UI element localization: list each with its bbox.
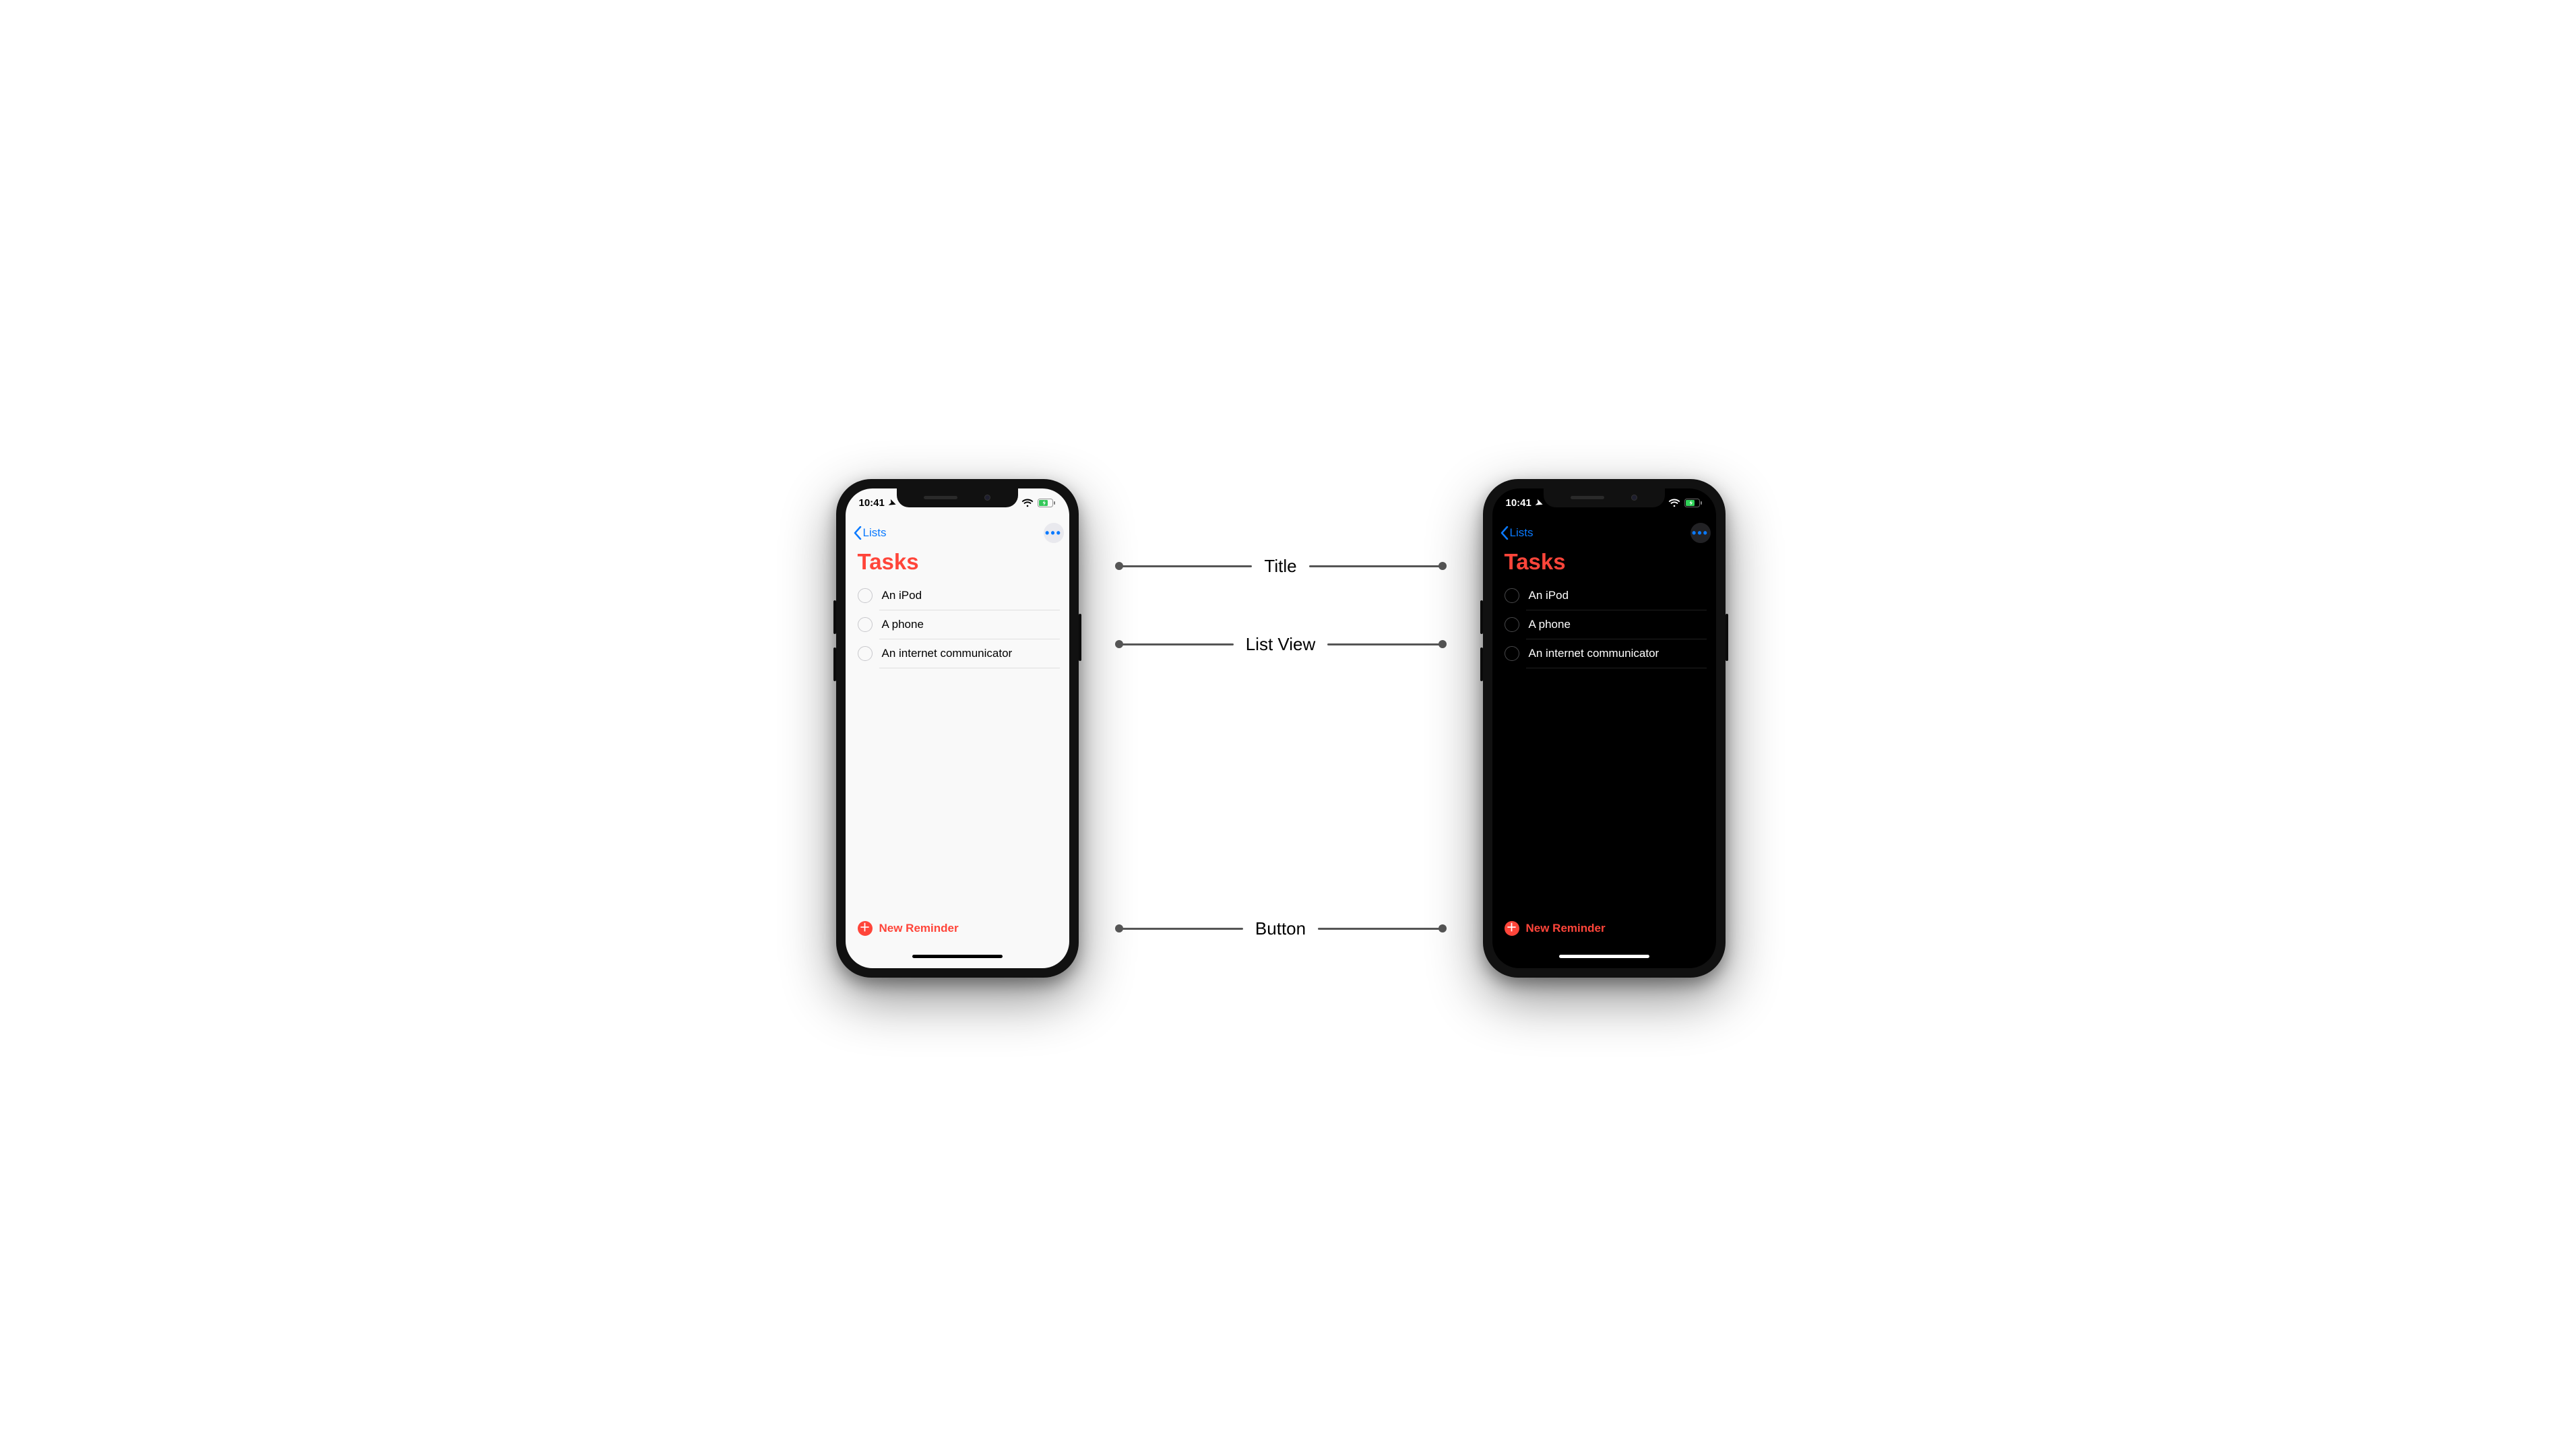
list-item[interactable]: An iPod: [846, 581, 1069, 610]
diagram-annotations: Title List View Button: [1119, 479, 1443, 978]
task-list[interactable]: An iPod A phone An internet communicator: [1492, 581, 1716, 912]
bottom-toolbar: ＋ New Reminder: [1492, 912, 1716, 945]
home-indicator[interactable]: [846, 945, 1069, 968]
back-button[interactable]: Lists: [1496, 524, 1538, 542]
speaker-grille: [1571, 496, 1604, 499]
new-reminder-button[interactable]: New Reminder: [1526, 922, 1606, 935]
back-label: Lists: [1510, 526, 1534, 540]
task-label: An internet communicator: [882, 647, 1013, 660]
plus-circle-icon[interactable]: ＋: [1505, 921, 1519, 936]
task-label: A phone: [882, 618, 924, 631]
chevron-left-icon: [1500, 526, 1509, 540]
task-list[interactable]: An iPod A phone An internet communicator: [846, 581, 1069, 912]
task-label: An internet communicator: [1529, 647, 1659, 660]
status-time: 10:41: [1506, 497, 1531, 509]
list-item[interactable]: A phone: [1526, 610, 1707, 639]
task-label: A phone: [1529, 618, 1571, 631]
battery-icon: [1038, 499, 1056, 507]
back-label: Lists: [863, 526, 887, 540]
list-item[interactable]: An internet communicator: [879, 639, 1060, 668]
checkbox-circle[interactable]: [1505, 588, 1519, 603]
front-camera: [1631, 495, 1637, 501]
checkbox-circle[interactable]: [858, 617, 873, 632]
phone-dark-mode: 10:41 ➤ Lists •••: [1483, 479, 1726, 978]
status-time-group: 10:41 ➤: [1506, 497, 1543, 509]
more-button[interactable]: •••: [1044, 523, 1064, 543]
task-label: An iPod: [882, 589, 922, 602]
status-time-group: 10:41 ➤: [859, 497, 896, 509]
connector-line: [1119, 928, 1243, 930]
screen: 10:41 ➤ Lists •••: [1492, 488, 1716, 968]
annotation-button: Button: [1119, 918, 1443, 939]
checkbox-circle[interactable]: [858, 588, 873, 603]
connector-line: [1119, 643, 1234, 645]
annotation-label: Title: [1264, 556, 1296, 577]
nav-bar: Lists •••: [846, 518, 1069, 548]
status-time: 10:41: [859, 497, 885, 509]
annotation-list: List View: [1119, 634, 1443, 655]
annotation-label: List View: [1246, 634, 1316, 655]
notch: [1544, 488, 1665, 507]
status-right-group: [1668, 499, 1703, 507]
speaker-grille: [924, 496, 957, 499]
connector-line: [1119, 565, 1253, 567]
annotation-label: Button: [1255, 918, 1306, 939]
more-button[interactable]: •••: [1690, 523, 1711, 543]
task-label: An iPod: [1529, 589, 1569, 602]
page-title: Tasks: [846, 548, 1069, 581]
location-icon: ➤: [1534, 497, 1544, 509]
wifi-icon: [1021, 499, 1034, 507]
new-reminder-button[interactable]: New Reminder: [879, 922, 959, 935]
screen: 10:41 ➤ Lists •••: [846, 488, 1069, 968]
phone-light-mode: 10:41 ➤ Lists •••: [836, 479, 1079, 978]
list-item[interactable]: A phone: [879, 610, 1060, 639]
list-item[interactable]: An internet communicator: [1526, 639, 1707, 668]
checkbox-circle[interactable]: [1505, 646, 1519, 661]
wifi-icon: [1668, 499, 1680, 507]
checkbox-circle[interactable]: [1505, 617, 1519, 632]
status-right-group: [1021, 499, 1056, 507]
connector-line: [1309, 565, 1443, 567]
home-indicator[interactable]: [1492, 945, 1716, 968]
battery-icon: [1684, 499, 1703, 507]
front-camera: [984, 495, 990, 501]
chevron-left-icon: [854, 526, 862, 540]
location-icon: ➤: [887, 497, 897, 509]
back-button[interactable]: Lists: [850, 524, 891, 542]
bottom-toolbar: ＋ New Reminder: [846, 912, 1069, 945]
nav-bar: Lists •••: [1492, 518, 1716, 548]
connector-line: [1327, 643, 1442, 645]
page-title: Tasks: [1492, 548, 1716, 581]
plus-circle-icon[interactable]: ＋: [858, 921, 873, 936]
notch: [897, 488, 1018, 507]
annotation-title: Title: [1119, 556, 1443, 577]
checkbox-circle[interactable]: [858, 646, 873, 661]
list-item[interactable]: An iPod: [1492, 581, 1716, 610]
connector-line: [1318, 928, 1442, 930]
